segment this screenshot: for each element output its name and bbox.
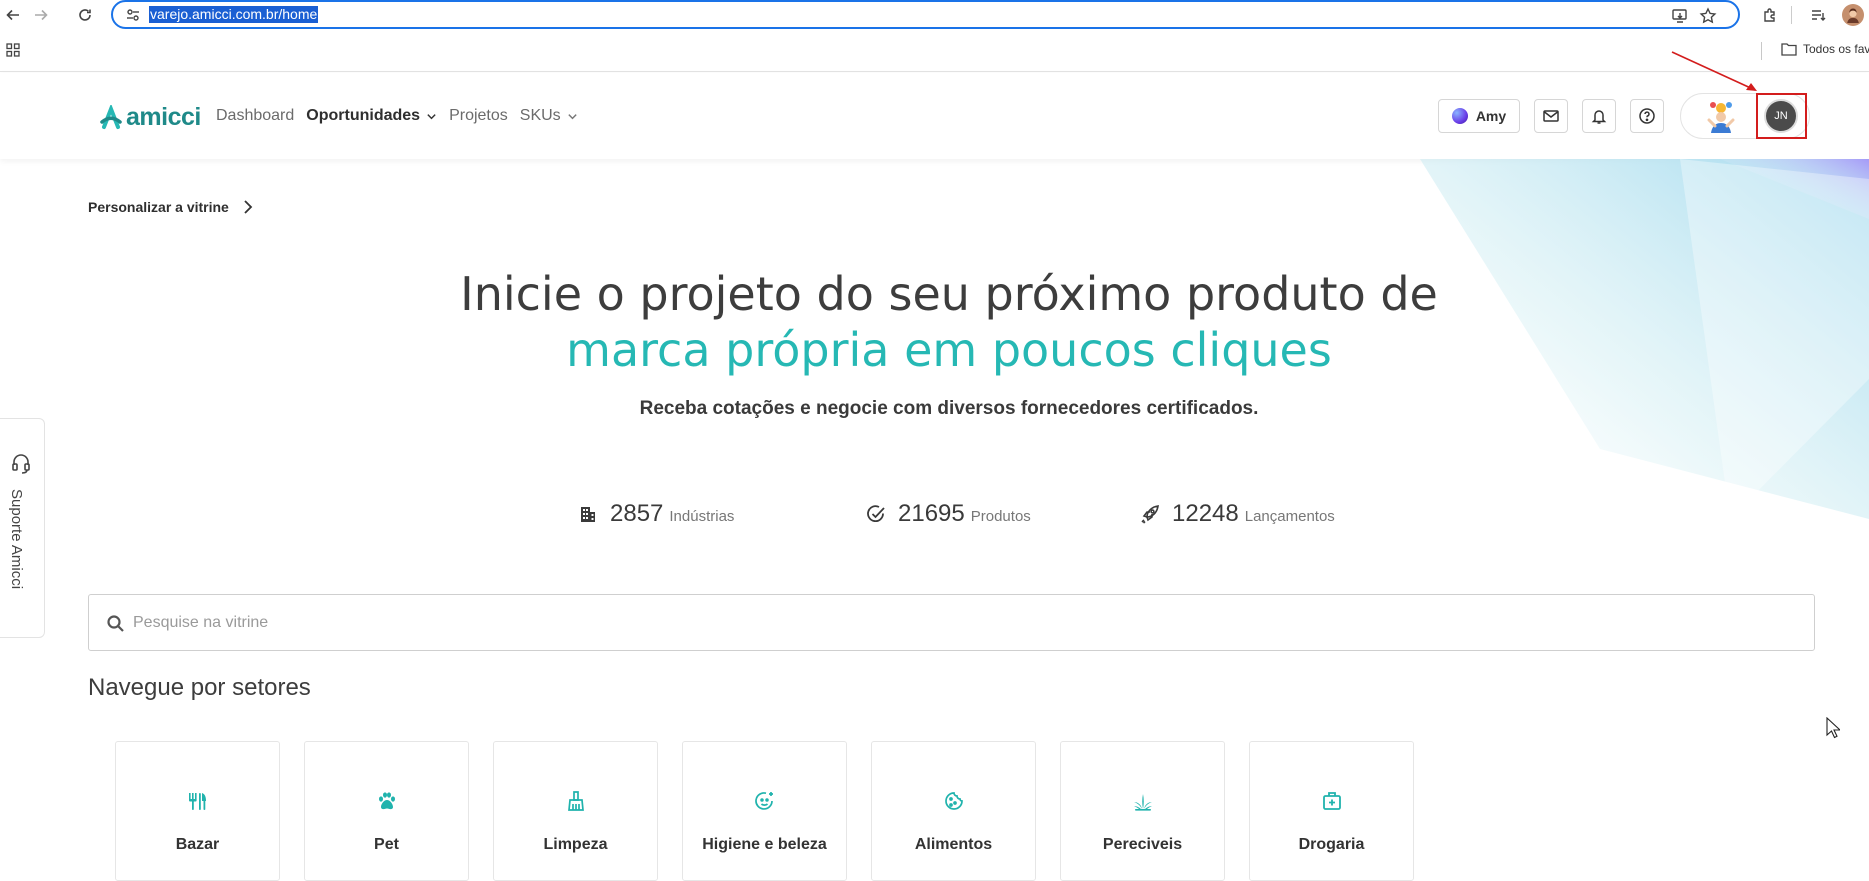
install-app-icon[interactable] xyxy=(1671,7,1689,25)
stat-launches-value: 12248 xyxy=(1172,500,1239,527)
personalize-label: Personalizar a vitrine xyxy=(88,199,229,215)
building-icon xyxy=(581,507,595,522)
broom-icon xyxy=(568,791,584,811)
chevron-right-icon xyxy=(244,200,253,214)
amy-orb-icon xyxy=(1451,108,1468,124)
rocket-icon xyxy=(1141,505,1159,524)
nav-projetos[interactable]: Projetos xyxy=(449,107,508,125)
forward-icon[interactable] xyxy=(30,4,52,26)
sector-card-bazar[interactable]: Bazar xyxy=(115,741,280,881)
cutlery-icon xyxy=(189,793,206,810)
personalize-showcase-link[interactable]: Personalizar a vitrine xyxy=(88,199,253,215)
extensions-icon[interactable] xyxy=(1759,4,1781,26)
star-icon[interactable] xyxy=(1699,7,1717,25)
sector-label: Alimentos xyxy=(914,836,993,853)
sector-label: Limpeza xyxy=(543,836,608,853)
folder-icon xyxy=(1781,43,1797,56)
site-settings-icon[interactable] xyxy=(125,7,141,23)
bookmarks-bar: Todos os fav xyxy=(0,30,1869,72)
url-text[interactable]: varejo.amicci.com.br/home xyxy=(149,6,319,23)
support-label: Suporte Amicci xyxy=(8,489,25,590)
site-header: amicci Dashboard Oportunidades Projetos … xyxy=(0,73,1869,159)
browser-toolbar: varejo.amicci.com.br/home xyxy=(0,0,1869,30)
bookmark-folder-label: Todos os fav xyxy=(1803,42,1869,56)
bell-icon xyxy=(1591,110,1607,124)
stat-products-value: 21695 xyxy=(898,500,965,527)
sector-card-drogaria[interactable]: Drogaria xyxy=(1249,741,1414,881)
sector-label: Pereciveis xyxy=(1102,836,1183,853)
sector-card-alimentos[interactable]: Alimentos xyxy=(871,741,1036,881)
amicci-logo[interactable]: amicci xyxy=(100,103,201,132)
chevron-down-icon xyxy=(427,113,436,119)
hero-subtitle: Receba cotações e negocie com diversos f… xyxy=(639,398,1259,419)
showcase-search xyxy=(88,594,1815,651)
sector-label: Bazar xyxy=(175,836,220,853)
back-icon[interactable] xyxy=(2,4,24,26)
stat-industries: 2857 Indústrias xyxy=(578,500,734,528)
amicci-logo-icon xyxy=(100,104,122,129)
logo-text: amicci xyxy=(126,103,201,131)
reload-icon[interactable] xyxy=(74,4,96,26)
amy-label: Amy xyxy=(1475,108,1507,124)
sector-card-limpeza[interactable]: Limpeza xyxy=(493,741,658,881)
nav-oportunidades-label: Oportunidades xyxy=(306,107,421,124)
browser-profile-avatar[interactable] xyxy=(1842,4,1864,26)
check-circle-icon xyxy=(867,505,885,522)
hero-title-line1: Inicie o projeto do seu próximo produto … xyxy=(460,267,1438,321)
stat-launches: 12248 Lançamentos xyxy=(1140,500,1335,528)
notifications-button[interactable] xyxy=(1582,99,1616,133)
headset-icon xyxy=(12,454,30,474)
nav-skus-label: SKUs xyxy=(519,107,561,124)
help-button[interactable] xyxy=(1630,99,1664,133)
address-bar[interactable]: varejo.amicci.com.br/home xyxy=(111,0,1740,29)
stat-products-label: Produtos xyxy=(970,508,1031,525)
apps-grid-icon[interactable] xyxy=(6,43,20,57)
user-avatar[interactable]: JN xyxy=(1764,99,1798,133)
bookmark-folder[interactable]: Todos os fav xyxy=(1781,42,1869,56)
search-icon xyxy=(107,615,124,632)
stat-launches-label: Lançamentos xyxy=(1244,508,1335,525)
nav-oportunidades[interactable]: Oportunidades xyxy=(306,107,437,125)
chevron-down-icon xyxy=(567,113,577,119)
paw-icon xyxy=(379,792,395,810)
sector-label: Drogaria xyxy=(1298,836,1365,853)
support-tab[interactable]: Suporte Amicci xyxy=(0,418,45,638)
sector-card-higiene[interactable]: Higiene e beleza xyxy=(682,741,847,881)
face-sparkle-icon xyxy=(755,792,773,810)
amy-assistant-button[interactable]: Amy xyxy=(1438,99,1520,133)
sector-label: Higiene e beleza xyxy=(702,836,827,853)
reading-list-icon[interactable] xyxy=(1807,4,1829,26)
stat-products: 21695 Produtos xyxy=(866,500,1031,528)
sector-card-pereciveis[interactable]: Pereciveis xyxy=(1060,741,1225,881)
stat-industries-label: Indústrias xyxy=(669,508,735,525)
cookie-icon xyxy=(945,792,963,810)
messages-button[interactable] xyxy=(1534,99,1568,133)
red-arrow-annotation xyxy=(1671,51,1757,91)
sectors-list: Bazar Pet Limpeza Higiene e beleza Alime… xyxy=(115,741,1414,881)
search-input[interactable] xyxy=(133,605,1793,641)
main-nav: Dashboard Oportunidades Projetos SKUs xyxy=(216,107,578,125)
plant-icon xyxy=(1134,794,1152,811)
mascot-icon xyxy=(1707,102,1735,133)
first-aid-icon xyxy=(1323,792,1341,810)
stat-industries-value: 2857 xyxy=(610,500,664,527)
nav-skus[interactable]: SKUs xyxy=(520,107,578,125)
toolbar-divider xyxy=(1791,6,1792,24)
mouse-cursor xyxy=(1826,717,1840,739)
mail-icon xyxy=(1543,110,1559,122)
nav-dashboard[interactable]: Dashboard xyxy=(216,107,294,125)
sector-card-pet[interactable]: Pet xyxy=(304,741,469,881)
sectors-title: Navegue por setores xyxy=(88,674,311,701)
sector-label: Pet xyxy=(374,836,399,853)
hero-title-line2: marca própria em poucos cliques xyxy=(566,323,1332,377)
help-icon xyxy=(1639,108,1655,124)
